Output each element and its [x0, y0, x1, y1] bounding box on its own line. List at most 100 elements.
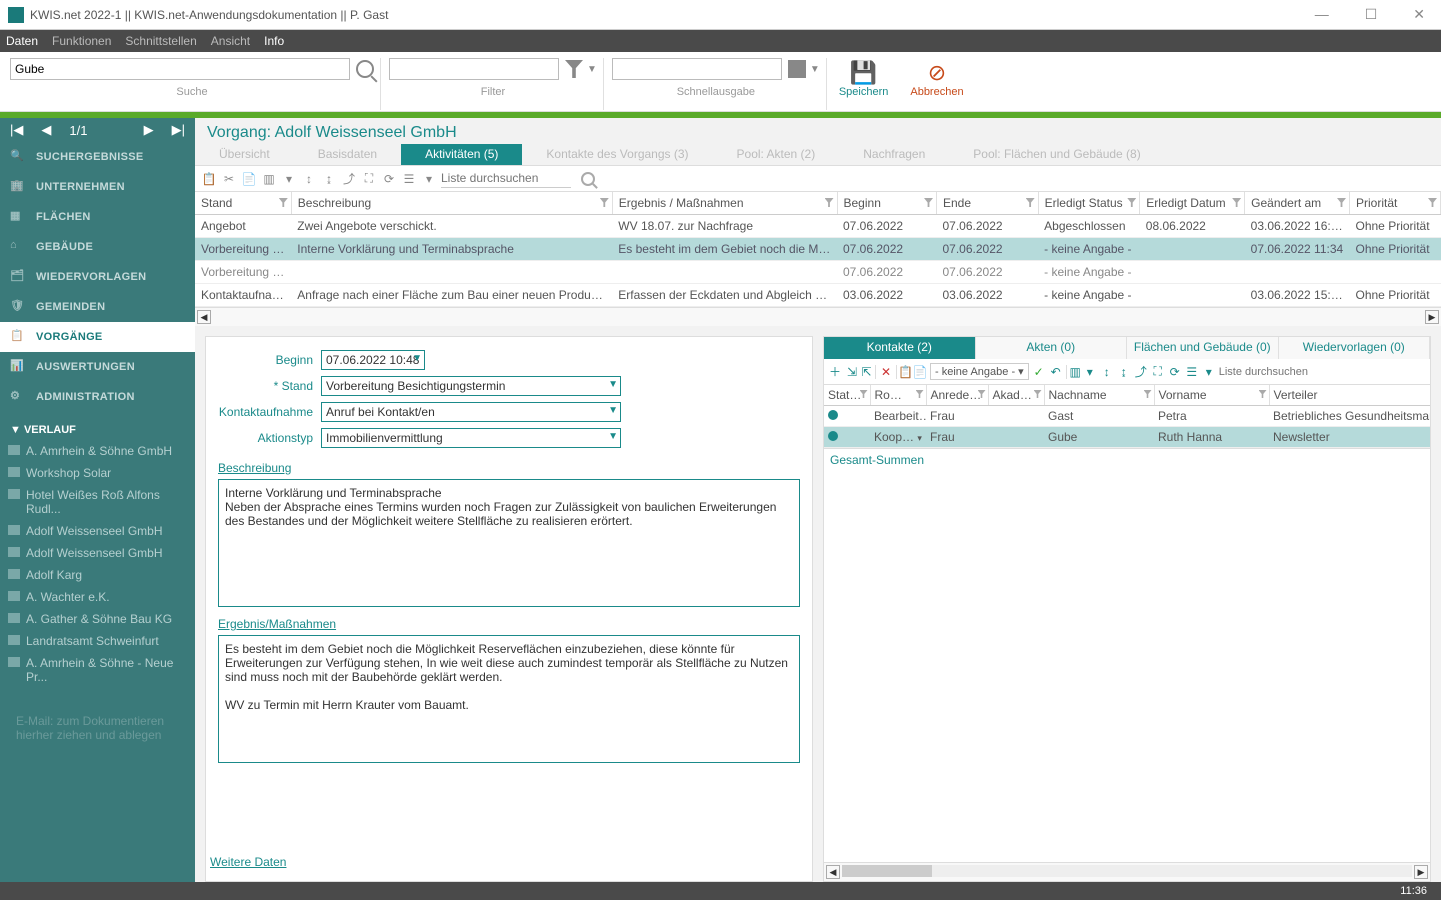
rcol-rolle[interactable]: Ro…	[870, 385, 926, 406]
email-dropzone[interactable]: E-Mail: zum Dokumentieren hierher ziehen…	[8, 700, 187, 756]
table-row[interactable]: Bearbeit…FrauGastPetraBetriebliches Gesu…	[824, 406, 1430, 427]
list-search-icon[interactable]	[581, 172, 595, 186]
search-input[interactable]	[10, 58, 350, 80]
tab-uebersicht[interactable]: Übersicht	[195, 144, 294, 165]
cut-icon[interactable]: ✂	[221, 171, 237, 187]
maximize-button[interactable]: ☐	[1357, 6, 1386, 23]
link2-icon[interactable]: ⇱	[862, 365, 876, 379]
filter-icon[interactable]	[1428, 198, 1437, 207]
table-row[interactable]: AngebotZwei Angebote verschickt.WV 18.07…	[195, 215, 1441, 238]
copy2-icon[interactable]: 📋	[896, 365, 910, 379]
related-select[interactable]: - keine Angabe - ▾	[930, 363, 1029, 380]
subtab-flaechen[interactable]: Flächen und Gebäude (0)	[1127, 337, 1279, 359]
menu2-icon[interactable]: ☰	[1185, 365, 1199, 379]
expand2-icon[interactable]: ⛶	[1151, 365, 1165, 379]
table-row[interactable]: Vorbereitung B...07.06.202207.06.2022- k…	[195, 261, 1441, 284]
filter-dropdown[interactable]: ▼	[587, 64, 597, 75]
subtab-wiedervorlagen[interactable]: Wiedervorlagen (0)	[1279, 337, 1431, 359]
filter-icon[interactable]	[1144, 390, 1152, 398]
cols-dd-icon[interactable]: ▾	[1083, 365, 1097, 379]
history-item[interactable]: A. Gather & Söhne Bau KG	[0, 608, 195, 630]
col-erledigt-status[interactable]: Erledigt Status	[1038, 192, 1140, 215]
history-item[interactable]: Adolf Karg	[0, 564, 195, 586]
dropdown-icon[interactable]: ▾	[281, 171, 297, 187]
quickoutput-input[interactable]	[612, 58, 782, 80]
col-stand[interactable]: Stand	[195, 192, 291, 215]
search-icon[interactable]	[356, 60, 374, 78]
col-geaendert[interactable]: Geändert am	[1245, 192, 1350, 215]
menu-icon[interactable]: ☰	[401, 171, 417, 187]
scroll-right[interactable]: ▶	[1425, 310, 1439, 324]
table-row[interactable]: Koop… ▾FrauGubeRuth HannaNewsletterGeme	[824, 427, 1430, 448]
tab-pool-akten[interactable]: Pool: Akten (2)	[713, 144, 840, 165]
sidebar-item-flaechen[interactable]: ▦FLÄCHEN	[0, 202, 195, 232]
menu2-dd-icon[interactable]: ▾	[1202, 365, 1216, 379]
history-item[interactable]: Workshop Solar	[0, 462, 195, 484]
col-ende[interactable]: Ende	[937, 192, 1039, 215]
paste2-icon[interactable]: 📄	[913, 365, 927, 379]
pager-next[interactable]: ▶	[144, 122, 154, 138]
save-button[interactable]: 💾 Speichern	[829, 58, 899, 100]
filter-icon[interactable]	[916, 390, 924, 398]
sort-asc-icon[interactable]: ↕	[301, 171, 317, 187]
sort2-icon[interactable]: ↨	[1117, 365, 1131, 379]
filter-icon[interactable]	[1034, 390, 1042, 398]
sidebar-item-unternehmen[interactable]: 🏢UNTERNEHMEN	[0, 172, 195, 202]
table-row[interactable]: Vorbereitung B...Interne Vorklärung und …	[195, 238, 1441, 261]
rscroll-right[interactable]: ▶	[1414, 865, 1428, 879]
scrollbar-thumb[interactable]	[842, 865, 932, 877]
tab-basisdaten[interactable]: Basisdaten	[294, 144, 401, 165]
menu-ansicht[interactable]: Ansicht	[211, 34, 250, 48]
sidebar-item-wiedervorlagen[interactable]: 🗂WIEDERVORLAGEN	[0, 262, 195, 292]
history-item[interactable]: Adolf Weissenseel GmbH	[0, 542, 195, 564]
beginn-field[interactable]: 07.06.2022 10:48▼	[321, 350, 425, 370]
filter-icon[interactable]	[279, 198, 288, 207]
link-icon[interactable]: ⇲	[845, 365, 859, 379]
filter-icon[interactable]	[1127, 198, 1136, 207]
sidebar-item-auswertungen[interactable]: 📊AUSWERTUNGEN	[0, 352, 195, 382]
refresh-icon[interactable]: ⟳	[381, 171, 397, 187]
scroll-left[interactable]: ◀	[197, 310, 211, 324]
filter-icon[interactable]	[1259, 390, 1267, 398]
col-beschreibung[interactable]: Beschreibung	[291, 192, 612, 215]
subtab-kontakte[interactable]: Kontakte (2)	[824, 337, 976, 359]
delete-icon[interactable]: ✕	[879, 365, 893, 379]
list-search-input[interactable]	[441, 170, 571, 188]
history-item[interactable]: A. Amrhein & Söhne - Neue Pr...	[0, 652, 195, 688]
close-button[interactable]: ✕	[1405, 6, 1433, 23]
menu-funktionen[interactable]: Funktionen	[52, 34, 111, 48]
tab-nachfragen[interactable]: Nachfragen	[839, 144, 949, 165]
rcol-verteiler[interactable]: Verteiler	[1269, 385, 1430, 406]
revert-icon[interactable]: ↶	[1049, 365, 1063, 379]
kontakt-select[interactable]: Anruf bei Kontakt/en▼	[321, 402, 621, 422]
rcol-stat[interactable]: Stat…	[824, 385, 870, 406]
ergebnis-textarea[interactable]: Es besteht im dem Gebiet noch die Möglic…	[218, 635, 800, 763]
rcol-vorname[interactable]: Vorname	[1154, 385, 1269, 406]
table-row[interactable]: Kontaktaufnah...Anfrage nach einer Fläch…	[195, 284, 1441, 307]
filter-icon[interactable]	[600, 198, 609, 207]
tab-kontakte[interactable]: Kontakte des Vorgangs (3)	[522, 144, 712, 165]
filter-input[interactable]	[389, 58, 559, 80]
sidebar-item-administration[interactable]: ⚙ADMINISTRATION	[0, 382, 195, 412]
col-prioritaet[interactable]: Priorität	[1350, 192, 1441, 215]
filter-icon[interactable]	[825, 198, 834, 207]
menu-daten[interactable]: Daten	[6, 34, 38, 48]
print-icon[interactable]	[788, 60, 806, 78]
rscroll-left[interactable]: ◀	[826, 865, 840, 879]
subtab-akten[interactable]: Akten (0)	[976, 337, 1128, 359]
add-icon[interactable]: ＋	[828, 365, 842, 379]
tab-pool-flaechen[interactable]: Pool: Flächen und Gebäude (8)	[949, 144, 1164, 165]
history-item[interactable]: Adolf Weissenseel GmbH	[0, 520, 195, 542]
copy-icon[interactable]: 📋	[201, 171, 217, 187]
print-dropdown[interactable]: ▼	[810, 64, 820, 75]
rcol-nachname[interactable]: Nachname	[1044, 385, 1154, 406]
menu-info[interactable]: Info	[264, 34, 284, 48]
weitere-daten-link[interactable]: Weitere Daten	[206, 847, 812, 877]
expand-icon[interactable]: ⛶	[361, 171, 377, 187]
cancel-button[interactable]: ⊘ Abbrechen	[900, 58, 973, 100]
paste-icon[interactable]: 📄	[241, 171, 257, 187]
filter-icon[interactable]	[1026, 198, 1035, 207]
menu-schnittstellen[interactable]: Schnittstellen	[125, 34, 196, 48]
beschreibung-textarea[interactable]: Interne Vorklärung und Terminabsprache N…	[218, 479, 800, 607]
minimize-button[interactable]: ―	[1307, 6, 1337, 23]
